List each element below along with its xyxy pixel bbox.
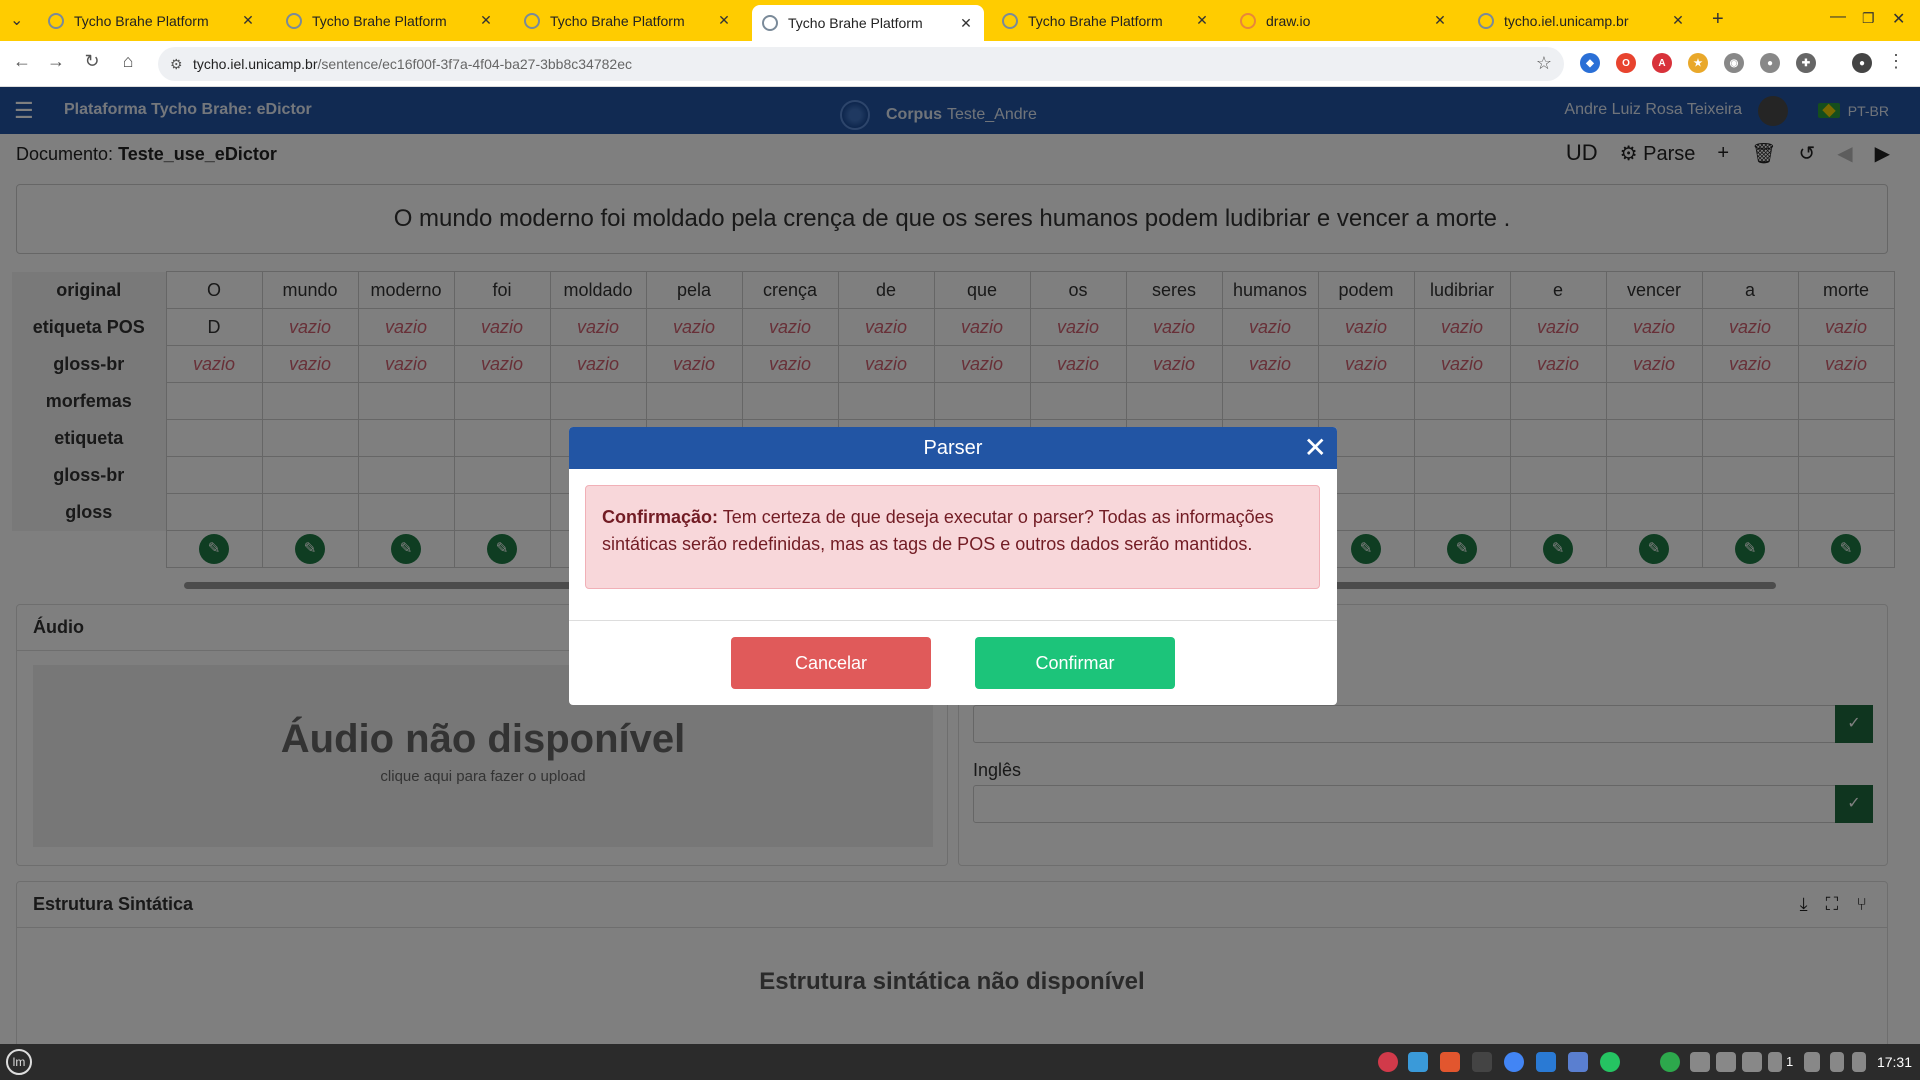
tab-favicon-icon <box>286 12 302 29</box>
bookmark-star-icon[interactable]: ☆ <box>1536 53 1552 74</box>
alert-strong: Confirmação: <box>602 507 719 527</box>
parser-modal: Parser ✕ Confirmação: Tem certeza de que… <box>569 427 1337 705</box>
drawio-favicon-icon <box>1240 12 1256 29</box>
chrome-icon[interactable] <box>1504 1052 1524 1072</box>
os-taskbar: lm 1 17:31 <box>0 1044 1920 1080</box>
confirm-button[interactable]: Confirmar <box>975 637 1175 689</box>
notification-icon[interactable] <box>1768 1052 1782 1072</box>
extension-icon[interactable]: ★ <box>1688 53 1708 73</box>
volume-icon[interactable] <box>1830 1052 1844 1072</box>
browser-menu-icon[interactable]: ⋮ <box>1884 51 1908 72</box>
browser-tab[interactable]: Tycho Brahe Platform ✕ <box>276 6 504 35</box>
extensions-puzzle-icon[interactable]: ✚ <box>1796 53 1816 73</box>
browser-tab-active[interactable]: Tycho Brahe Platform ✕ <box>752 5 984 41</box>
close-tab-icon[interactable]: ✕ <box>1194 12 1210 29</box>
tray-count: 1 <box>1786 1054 1794 1069</box>
browser-tab[interactable]: draw.io ✕ <box>1230 6 1458 35</box>
url-field[interactable]: ⚙ tycho.iel.unicamp.br/sentence/ec16f00f… <box>158 47 1564 81</box>
tab-favicon-icon <box>48 12 64 29</box>
close-tab-icon[interactable]: ✕ <box>716 12 732 29</box>
browser-tab[interactable]: Tycho Brahe Platform ✕ <box>992 6 1220 35</box>
tab-label: Tycho Brahe Platform <box>312 12 447 29</box>
extension-icon[interactable]: O <box>1616 53 1636 73</box>
tray-icon[interactable] <box>1742 1052 1762 1072</box>
forward-icon[interactable]: → <box>44 51 68 72</box>
tab-favicon-icon <box>1478 12 1494 29</box>
tab-label: tycho.iel.unicamp.br <box>1504 12 1629 29</box>
tray-icon[interactable] <box>1690 1052 1710 1072</box>
site-info-icon[interactable]: ⚙ <box>170 56 183 73</box>
app-launcher-icon[interactable] <box>1378 1052 1398 1072</box>
tab-list-icon[interactable]: ⌄ <box>10 10 23 30</box>
browser-tab[interactable]: Tycho Brahe Platform ✕ <box>514 6 742 35</box>
app-icon[interactable] <box>1440 1052 1460 1072</box>
profile-icon[interactable]: ● <box>1852 53 1872 73</box>
camera-icon[interactable]: ◉ <box>1724 53 1744 73</box>
new-tab-icon[interactable]: + <box>1712 8 1724 31</box>
tab-favicon-icon <box>762 15 778 31</box>
confirmation-alert: Confirmação: Tem certeza de que deseja e… <box>585 485 1320 589</box>
minimize-icon[interactable]: — <box>1830 8 1846 26</box>
adblock-icon[interactable]: A <box>1652 53 1672 73</box>
tab-label: draw.io <box>1266 12 1311 29</box>
close-tab-icon[interactable]: ✕ <box>1670 12 1686 29</box>
tray-icon[interactable] <box>1716 1052 1736 1072</box>
browser-tab-bar: ⌄ Tycho Brahe Platform ✕ Tycho Brahe Pla… <box>0 0 1920 41</box>
tab-label: Tycho Brahe Platform <box>1028 12 1163 29</box>
tab-label: Tycho Brahe Platform <box>550 12 685 29</box>
home-icon[interactable]: ⌂ <box>116 51 140 72</box>
window-close-icon[interactable]: ✕ <box>1892 9 1905 29</box>
terminal-icon[interactable] <box>1472 1052 1492 1072</box>
url-host: tycho.iel.unicamp.br <box>193 56 318 72</box>
extension-icon[interactable]: ● <box>1760 53 1780 73</box>
modal-footer: Cancelar Confirmar <box>569 620 1337 705</box>
tray-icon[interactable] <box>1660 1052 1680 1072</box>
back-icon[interactable]: ← <box>10 51 34 72</box>
url-path: /sentence/ec16f00f-3f7a-4f04-ba27-3bb8c3… <box>317 56 632 72</box>
tab-label: Tycho Brahe Platform <box>74 12 209 29</box>
modal-title: Parser <box>923 437 983 459</box>
clock: 17:31 <box>1876 1054 1912 1070</box>
extension-icon[interactable]: ◆ <box>1580 53 1600 73</box>
tab-favicon-icon <box>1002 12 1018 29</box>
browser-tab[interactable]: Tycho Brahe Platform ✕ <box>38 6 266 35</box>
close-tab-icon[interactable]: ✕ <box>478 12 494 29</box>
close-tab-icon[interactable]: ✕ <box>240 12 256 29</box>
battery-icon[interactable] <box>1852 1052 1866 1072</box>
tab-label: Tycho Brahe Platform <box>788 15 923 31</box>
close-tab-icon[interactable]: ✕ <box>958 15 974 32</box>
reload-icon[interactable]: ↻ <box>80 51 104 72</box>
wifi-icon[interactable] <box>1804 1052 1820 1072</box>
address-bar-row: ← → ↻ ⌂ ⚙ tycho.iel.unicamp.br/sentence/… <box>0 41 1920 87</box>
file-manager-icon[interactable] <box>1408 1052 1428 1072</box>
app-icon[interactable] <box>1568 1052 1588 1072</box>
browser-tab[interactable]: tycho.iel.unicamp.br ✕ <box>1468 6 1696 35</box>
restore-icon[interactable]: ❐ <box>1862 10 1875 27</box>
whatsapp-icon[interactable] <box>1600 1052 1620 1072</box>
start-menu-icon[interactable]: lm <box>6 1049 32 1075</box>
close-tab-icon[interactable]: ✕ <box>1432 12 1448 29</box>
cancel-button[interactable]: Cancelar <box>731 637 931 689</box>
tab-favicon-icon <box>524 12 540 29</box>
vscode-icon[interactable] <box>1536 1052 1556 1072</box>
modal-header: Parser ✕ <box>569 427 1337 469</box>
close-icon[interactable]: ✕ <box>1304 427 1327 469</box>
